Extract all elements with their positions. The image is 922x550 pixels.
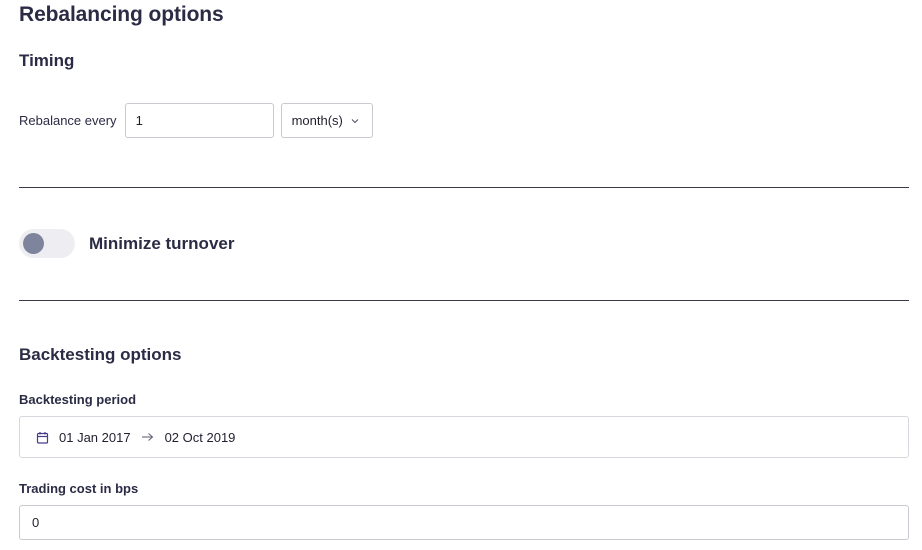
rebalance-every-label: Rebalance every <box>19 113 117 128</box>
backtesting-period-label: Backtesting period <box>19 392 137 407</box>
minimize-turnover-row: Minimize turnover <box>19 229 234 258</box>
minimize-turnover-toggle[interactable] <box>19 229 75 258</box>
section-divider <box>19 300 909 301</box>
section-divider <box>19 187 909 188</box>
trading-cost-label: Trading cost in bps <box>19 481 139 496</box>
page-title: Rebalancing options <box>19 3 224 26</box>
period-unit-value: month(s) <box>291 113 343 128</box>
backtesting-date-range-picker[interactable]: 01 Jan 2017 02 Oct 2019 <box>19 416 909 458</box>
rebalance-frequency-row: Rebalance every month(s) <box>19 103 373 138</box>
start-date[interactable]: 01 Jan 2017 <box>59 430 131 445</box>
trading-cost-input[interactable] <box>19 505 909 540</box>
end-date[interactable]: 02 Oct 2019 <box>165 430 236 445</box>
rebalancing-options-panel: Rebalancing options Timing Rebalance eve… <box>0 0 922 550</box>
toggle-knob <box>23 233 44 254</box>
period-unit-select[interactable]: month(s) <box>280 103 373 138</box>
chevron-down-icon <box>350 116 360 126</box>
arrow-right-icon <box>141 432 154 442</box>
calendar-icon <box>36 431 49 444</box>
minimize-turnover-label: Minimize turnover <box>89 233 235 253</box>
rebalance-interval-input[interactable] <box>124 103 274 138</box>
timing-heading: Timing <box>19 51 75 70</box>
backtesting-heading: Backtesting options <box>19 345 182 364</box>
